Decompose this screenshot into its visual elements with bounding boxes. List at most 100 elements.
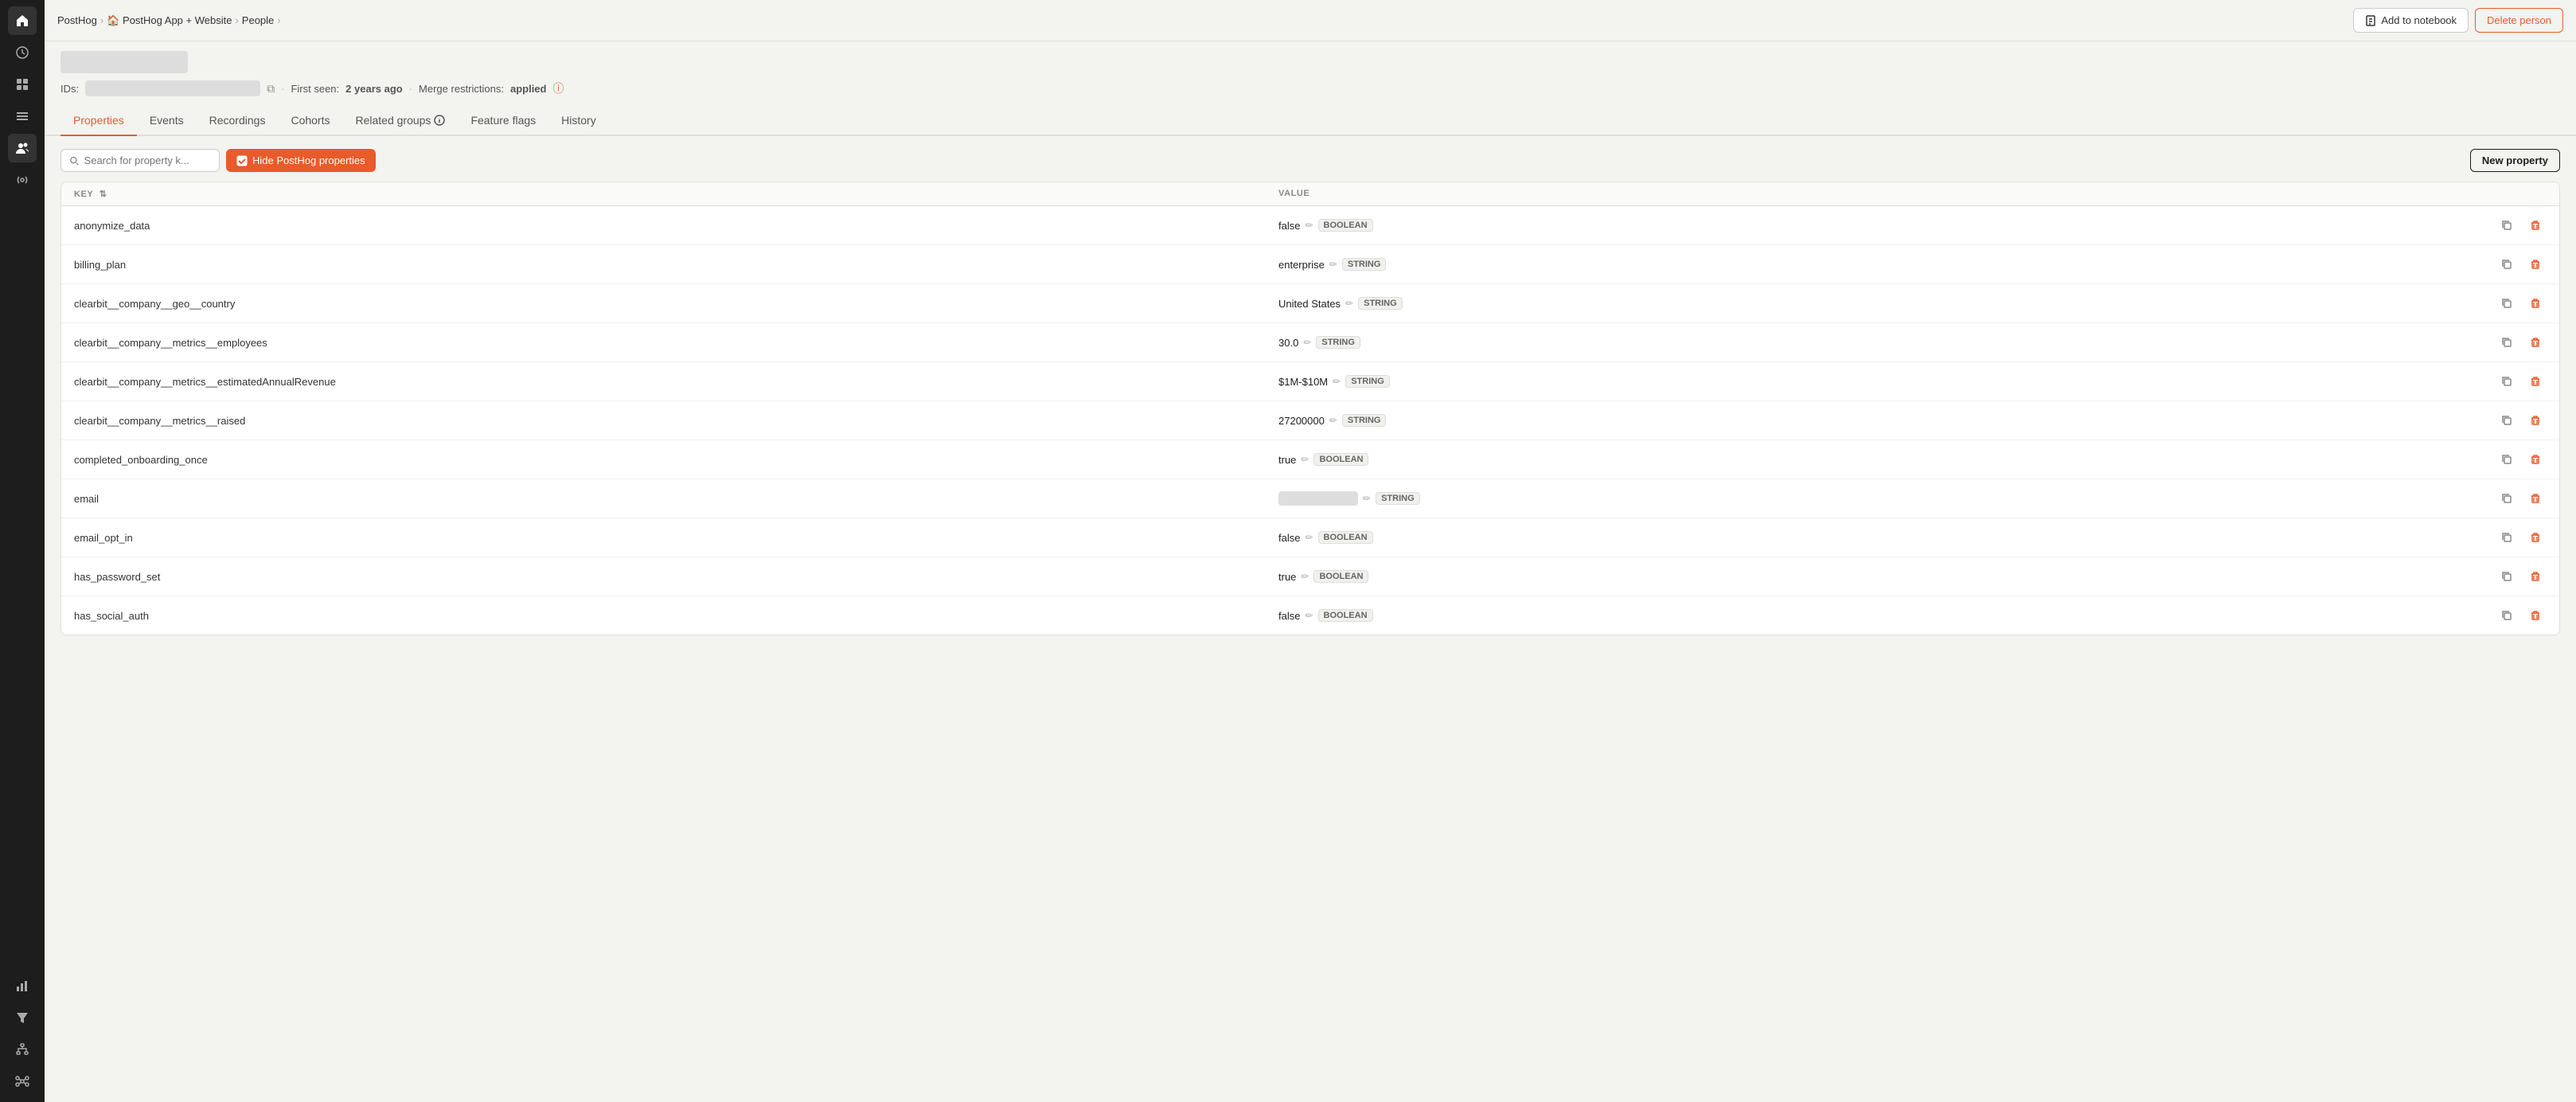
- first-seen-value: 2 years ago: [345, 83, 403, 95]
- delete-property-button[interactable]: [2524, 331, 2547, 354]
- copy-property-button[interactable]: [2496, 526, 2518, 549]
- tab-related-groups[interactable]: Related groups: [342, 106, 458, 136]
- delete-property-button[interactable]: [2524, 526, 2547, 549]
- prop-key: completed_onboarding_once: [74, 454, 1278, 466]
- copy-property-button[interactable]: [2496, 253, 2518, 276]
- sidebar-icon-data[interactable]: [8, 70, 37, 99]
- merge-value: applied: [510, 83, 547, 95]
- edit-property-icon[interactable]: ✏: [1333, 376, 1341, 387]
- edit-property-icon[interactable]: ✏: [1329, 415, 1337, 426]
- breadcrumb-posthog[interactable]: PostHog: [57, 14, 97, 26]
- prop-value: false: [1278, 610, 1300, 622]
- sidebar-icon-hierarchy[interactable]: [8, 1035, 37, 1064]
- table-row: billing_planenterprise✏STRING: [61, 245, 2559, 284]
- copy-property-button[interactable]: [2496, 409, 2518, 432]
- sidebar-icon-signal[interactable]: [8, 166, 37, 194]
- edit-property-icon[interactable]: ✏: [1303, 337, 1311, 348]
- prop-actions: [2483, 448, 2547, 471]
- prop-key: clearbit__company__metrics__employees: [74, 337, 1278, 349]
- delete-property-button[interactable]: [2524, 370, 2547, 393]
- edit-property-icon[interactable]: ✏: [1345, 298, 1353, 309]
- delete-property-button[interactable]: [2524, 487, 2547, 510]
- edit-property-icon[interactable]: ✏: [1301, 454, 1309, 465]
- new-property-button[interactable]: New property: [2470, 149, 2560, 172]
- breadcrumb-sep-3: ›: [277, 14, 280, 26]
- ids-value: [85, 80, 260, 96]
- prop-value-cell: enterprise✏STRING: [1278, 258, 2483, 271]
- table-row: clearbit__company__metrics__estimatedAnn…: [61, 362, 2559, 401]
- sidebar-icon-activity[interactable]: [8, 38, 37, 67]
- type-badge: STRING: [1316, 336, 1360, 349]
- copy-property-button[interactable]: [2496, 370, 2518, 393]
- person-name: [60, 51, 188, 73]
- table-header: KEY ⇅ VALUE: [61, 182, 2559, 206]
- copy-property-button[interactable]: [2496, 565, 2518, 588]
- copy-property-button[interactable]: [2496, 331, 2518, 354]
- edit-property-icon[interactable]: ✏: [1305, 610, 1313, 621]
- delete-property-button[interactable]: [2524, 448, 2547, 471]
- prop-value: false: [1278, 220, 1300, 232]
- delete-property-button[interactable]: [2524, 565, 2547, 588]
- prop-key: billing_plan: [74, 259, 1278, 271]
- edit-property-icon[interactable]: ✏: [1305, 532, 1313, 543]
- prop-value-cell: 30.0 ✏ STRING: [1278, 336, 2483, 349]
- table-row: clearbit__company__geo__countryUnited St…: [61, 284, 2559, 323]
- edit-property-icon[interactable]: ✏: [1363, 493, 1371, 504]
- sidebar-icon-chart[interactable]: [8, 971, 37, 1000]
- tab-cohorts[interactable]: Cohorts: [278, 106, 342, 136]
- toolbar-left: Hide PostHog properties: [60, 149, 376, 172]
- edit-property-icon[interactable]: ✏: [1301, 571, 1309, 582]
- type-badge: STRING: [1358, 297, 1403, 310]
- delete-property-button[interactable]: [2524, 604, 2547, 627]
- topbar: PostHog › 🏠 PostHog App + Website › Peop…: [45, 0, 2576, 41]
- ids-label: IDs:: [60, 83, 79, 95]
- copy-property-button[interactable]: [2496, 487, 2518, 510]
- search-input[interactable]: [84, 154, 211, 166]
- tab-feature-flags[interactable]: Feature flags: [458, 106, 548, 136]
- prop-value: true: [1278, 571, 1296, 583]
- edit-property-icon[interactable]: ✏: [1329, 259, 1337, 270]
- delete-property-button[interactable]: [2524, 253, 2547, 276]
- breadcrumb-sep-2: ›: [235, 14, 238, 26]
- delete-property-button[interactable]: [2524, 409, 2547, 432]
- prop-actions: [2483, 409, 2547, 432]
- notebook-icon: [2365, 15, 2376, 26]
- type-badge: BOOLEAN: [1313, 570, 1368, 583]
- prop-actions: [2483, 604, 2547, 627]
- delete-property-button[interactable]: [2524, 214, 2547, 236]
- breadcrumb-people[interactable]: People: [242, 14, 274, 26]
- prop-value-cell: true ✏ BOOLEAN: [1278, 570, 2483, 583]
- delete-person-button[interactable]: Delete person: [2475, 8, 2563, 33]
- tab-properties[interactable]: Properties: [60, 106, 137, 136]
- prop-key: has_password_set: [74, 571, 1278, 583]
- person-header: IDs: ⧉ · First seen: 2 years ago · Merge…: [45, 41, 2576, 106]
- search-box[interactable]: [60, 149, 220, 172]
- copy-property-button[interactable]: [2496, 448, 2518, 471]
- copy-ids-icon[interactable]: ⧉: [267, 82, 275, 96]
- copy-property-button[interactable]: [2496, 292, 2518, 315]
- add-to-notebook-label: Add to notebook: [2381, 14, 2457, 26]
- copy-property-button[interactable]: [2496, 214, 2518, 236]
- type-badge: STRING: [1342, 258, 1387, 271]
- hide-posthog-properties-button[interactable]: Hide PostHog properties: [226, 149, 376, 172]
- tab-events[interactable]: Events: [137, 106, 197, 136]
- sidebar-icon-people[interactable]: [8, 134, 37, 162]
- sidebar-icon-nodes[interactable]: [8, 1067, 37, 1096]
- tab-history[interactable]: History: [548, 106, 609, 136]
- sort-icon[interactable]: ⇅: [100, 190, 107, 199]
- table-row: clearbit__company__metrics__raised272000…: [61, 401, 2559, 440]
- person-meta: IDs: ⧉ · First seen: 2 years ago · Merge…: [60, 80, 2560, 96]
- table-row: has_password_settrue ✏ BOOLEAN: [61, 557, 2559, 596]
- prop-value: 30.0: [1278, 337, 1298, 349]
- copy-property-button[interactable]: [2496, 604, 2518, 627]
- tab-recordings[interactable]: Recordings: [197, 106, 279, 136]
- merge-info-icon[interactable]: ⓘ: [552, 80, 564, 96]
- add-to-notebook-button[interactable]: Add to notebook: [2353, 8, 2469, 33]
- prop-value-cell: true✏BOOLEAN: [1278, 453, 2483, 466]
- sidebar-icon-funnel[interactable]: [8, 1003, 37, 1032]
- delete-property-button[interactable]: [2524, 292, 2547, 315]
- breadcrumb-app[interactable]: 🏠 PostHog App + Website: [107, 14, 232, 27]
- sidebar-icon-home[interactable]: [8, 6, 37, 35]
- sidebar-icon-list[interactable]: [8, 102, 37, 131]
- edit-property-icon[interactable]: ✏: [1305, 220, 1313, 231]
